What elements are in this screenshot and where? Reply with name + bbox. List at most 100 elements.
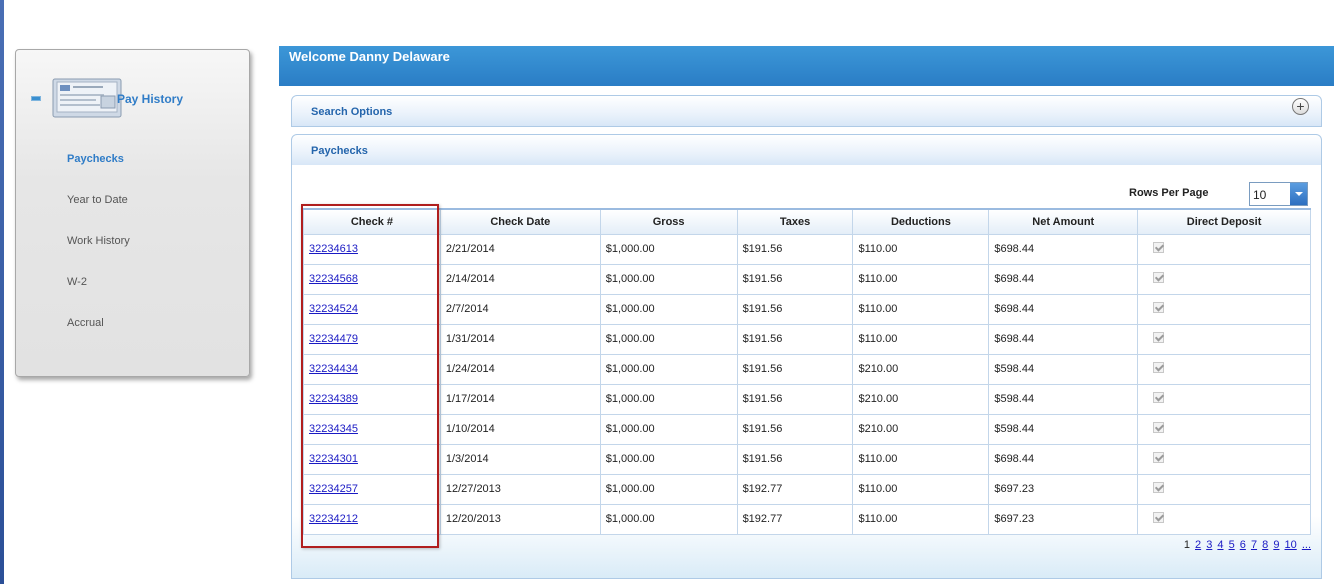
check-number-link[interactable]: 32234613	[309, 243, 358, 255]
direct-deposit-cell	[1137, 473, 1311, 505]
rows-per-page-label: Rows Per Page	[1129, 187, 1209, 199]
check-number-link[interactable]: 32234301	[309, 453, 358, 465]
collapse-icon[interactable]	[31, 96, 41, 101]
paychecks-grid-panel: Rows Per Page 10 Check # Check Date Gros…	[291, 165, 1322, 579]
check-number-link[interactable]: 32234345	[309, 423, 358, 435]
pager-page-link[interactable]: 10	[1285, 539, 1297, 551]
check-number-link[interactable]: 32234212	[309, 513, 358, 525]
direct-deposit-checkbox	[1153, 512, 1165, 523]
pager-page-link[interactable]: 6	[1240, 539, 1246, 551]
column-header-net-amount[interactable]: Net Amount	[988, 208, 1139, 235]
table-row: 32234257 12/27/2013 $1,000.00 $192.77 $110.0…	[303, 473, 1311, 505]
pager-page-link[interactable]: 7	[1251, 539, 1257, 551]
gross-cell: $1,000.00	[599, 473, 738, 505]
direct-deposit-cell	[1137, 383, 1311, 415]
check-number-link[interactable]: 32234389	[309, 393, 358, 405]
check-number-link[interactable]: 32234568	[309, 273, 358, 285]
plus-icon[interactable]: +	[1292, 98, 1309, 115]
gross-cell: $1,000.00	[599, 443, 738, 475]
check-number-cell: 32234257	[303, 473, 441, 505]
deductions-cell: $110.00	[852, 293, 990, 325]
gross-cell: $1,000.00	[599, 233, 738, 265]
gross-cell: $1,000.00	[599, 413, 738, 445]
gross-cell: $1,000.00	[599, 263, 738, 295]
net-amount-cell: $598.44	[988, 383, 1139, 415]
net-amount-cell: $598.44	[988, 413, 1139, 445]
column-header-check[interactable]: Check #	[303, 208, 441, 235]
column-header-gross[interactable]: Gross	[599, 208, 738, 235]
check-number-cell: 32234434	[303, 353, 441, 385]
direct-deposit-checkbox	[1153, 422, 1165, 433]
pager: 1 2 3 4 5 6 7 8 9 10 ...	[1182, 539, 1311, 551]
check-date-cell: 1/17/2014	[439, 383, 601, 415]
paychecks-bar[interactable]: Paychecks	[291, 134, 1322, 166]
net-amount-cell: $697.23	[988, 473, 1139, 505]
direct-deposit-cell	[1137, 503, 1311, 535]
direct-deposit-checkbox	[1153, 392, 1165, 403]
pager-page-link[interactable]: 3	[1206, 539, 1212, 551]
check-date-cell: 1/31/2014	[439, 323, 601, 355]
section-title[interactable]: Pay History	[117, 92, 183, 106]
sidebar-item-work-history[interactable]: Work History	[67, 235, 130, 247]
column-header-taxes[interactable]: Taxes	[736, 208, 854, 235]
deductions-cell: $110.00	[852, 263, 990, 295]
column-header-check-date[interactable]: Check Date	[439, 208, 601, 235]
deductions-cell: $110.00	[852, 503, 990, 535]
check-date-cell: 1/10/2014	[439, 413, 601, 445]
main-content: Search Options + Paychecks Rows Per Page…	[279, 86, 1334, 584]
check-number-link[interactable]: 32234479	[309, 333, 358, 345]
sidebar-item-accrual[interactable]: Accrual	[67, 317, 104, 329]
pager-page-link[interactable]: 9	[1273, 539, 1279, 551]
taxes-cell: $191.56	[736, 353, 854, 385]
rows-per-page-select[interactable]: 10	[1249, 182, 1308, 206]
check-number-link[interactable]: 32234434	[309, 363, 358, 375]
check-date-cell: 12/27/2013	[439, 473, 601, 505]
search-options-label[interactable]: Search Options	[311, 106, 392, 118]
table-row: 32234613 2/21/2014 $1,000.00 $191.56 $110.00…	[303, 233, 1311, 265]
check-date-cell: 1/24/2014	[439, 353, 601, 385]
table-row: 32234524 2/7/2014 $1,000.00 $191.56 $110.00 $…	[303, 293, 1311, 325]
taxes-cell: $192.77	[736, 503, 854, 535]
direct-deposit-checkbox	[1153, 242, 1165, 253]
window-left-edge	[0, 0, 4, 584]
gross-cell: $1,000.00	[599, 383, 738, 415]
deductions-cell: $110.00	[852, 473, 990, 505]
chevron-down-icon[interactable]	[1290, 183, 1307, 205]
gross-cell: $1,000.00	[599, 503, 738, 535]
table-header-row: Check # Check Date Gross Taxes Deduction…	[303, 208, 1311, 235]
column-header-deductions[interactable]: Deductions	[852, 208, 990, 235]
taxes-cell: $191.56	[736, 383, 854, 415]
sidebar-item-w2[interactable]: W-2	[67, 276, 87, 288]
table-row: 32234568 2/14/2014 $1,000.00 $191.56 $110.00…	[303, 263, 1311, 295]
check-number-link[interactable]: 32234257	[309, 483, 358, 495]
deductions-cell: $210.00	[852, 413, 990, 445]
pager-page-link[interactable]: 5	[1229, 539, 1235, 551]
check-number-link[interactable]: 32234524	[309, 303, 358, 315]
table-row: 32234434 1/24/2014 $1,000.00 $191.56 $210.00…	[303, 353, 1311, 385]
pager-page-link[interactable]: 4	[1217, 539, 1223, 551]
taxes-cell: $191.56	[736, 293, 854, 325]
pager-more-link[interactable]: ...	[1302, 539, 1311, 551]
check-number-cell: 32234479	[303, 323, 441, 355]
search-options-bar[interactable]: Search Options +	[291, 95, 1322, 127]
pager-page-link[interactable]: 8	[1262, 539, 1268, 551]
column-header-direct-deposit[interactable]: Direct Deposit	[1137, 208, 1311, 235]
taxes-cell: $192.77	[736, 473, 854, 505]
sidebar-item-year-to-date[interactable]: Year to Date	[67, 194, 128, 206]
taxes-cell: $191.56	[736, 413, 854, 445]
sidebar-item-paychecks[interactable]: Paychecks	[67, 153, 124, 165]
paystub-icon	[52, 78, 122, 118]
check-number-cell: 32234524	[303, 293, 441, 325]
direct-deposit-checkbox	[1153, 332, 1165, 343]
direct-deposit-cell	[1137, 353, 1311, 385]
check-number-cell: 32234345	[303, 413, 441, 445]
table-row: 32234345 1/10/2014 $1,000.00 $191.56 $210.00…	[303, 413, 1311, 445]
deductions-cell: $110.00	[852, 233, 990, 265]
gross-cell: $1,000.00	[599, 353, 738, 385]
table-row: 32234479 1/31/2014 $1,000.00 $191.56 $110.00…	[303, 323, 1311, 355]
paychecks-label[interactable]: Paychecks	[311, 145, 368, 157]
table-row: 32234301 1/3/2014 $1,000.00 $191.56 $110.00 $…	[303, 443, 1311, 475]
pager-page-link[interactable]: 2	[1195, 539, 1201, 551]
check-date-cell: 12/20/2013	[439, 503, 601, 535]
check-date-cell: 2/7/2014	[439, 293, 601, 325]
